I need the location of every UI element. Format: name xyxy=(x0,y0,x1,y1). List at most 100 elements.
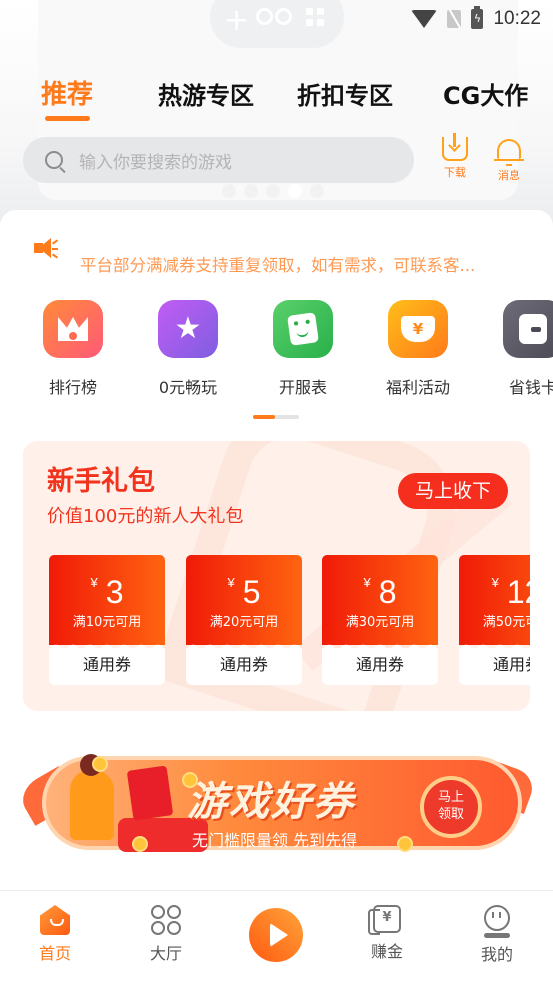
quick-entry-label: 福利活动 xyxy=(385,378,450,397)
coin-icon xyxy=(92,756,108,772)
coupon-card[interactable]: ¥8 满30元可用 通用券 xyxy=(322,555,438,685)
banner-claim-label-1: 马上 xyxy=(437,790,464,805)
search-input[interactable]: 输入你要搜索的游戏 xyxy=(23,137,414,183)
notice-text: 平台部分满减券支持重复领取，如有需求，可联系客... xyxy=(80,256,476,275)
status-time: 10:22 xyxy=(493,8,541,29)
main-content: 平台部分满减券支持重复领取，如有需求，可联系客... 排行榜 ★ 0元畅玩 开服… xyxy=(0,210,553,900)
gamepad-watermark-icon: + xyxy=(210,0,344,48)
battery-charging-icon: ϟ xyxy=(471,6,484,29)
coupon-card[interactable]: ¥3 满10元可用 通用券 xyxy=(49,555,165,685)
gift-title: 新手礼包 xyxy=(47,466,155,497)
nav-hall[interactable]: 大厅 xyxy=(126,905,206,964)
coupon-amount: 8 xyxy=(378,574,397,610)
banner-title: 游戏好券 xyxy=(187,779,355,825)
download-label: 下载 xyxy=(444,166,466,179)
search-icon xyxy=(45,151,63,169)
coupon-currency: ¥ xyxy=(227,575,235,590)
nav-label: 大厅 xyxy=(149,944,182,963)
coin-icon xyxy=(132,836,148,852)
quick-entries: 排行榜 ★ 0元畅玩 开服表 ¥ 福利活动 省钱卡 xyxy=(0,300,553,400)
newbie-gift-pack: 新手礼包 价值100元的新人大礼包 马上收下 ¥3 满10元可用 通用券 ¥5 … xyxy=(23,441,530,711)
no-sim-icon xyxy=(447,10,462,28)
category-tabs: 推荐 热游专区 折扣专区 CG大作 xyxy=(0,72,553,122)
quick-entry-label: 开服表 xyxy=(278,378,327,397)
active-tab-indicator xyxy=(45,116,90,121)
pager-fill xyxy=(253,415,275,419)
quick-entries-pager xyxy=(253,415,299,419)
game-coupon-banner[interactable]: 游戏好券 无门槛限量领 先到先得 马上 领取 xyxy=(15,746,538,858)
cash-cards-icon: ¥ xyxy=(368,905,401,935)
status-bar: ϟ 10:22 xyxy=(411,6,541,32)
tab-hot-games[interactable]: 热游专区 xyxy=(158,76,254,111)
grid-circles-icon xyxy=(151,905,181,935)
nav-label: 我的 xyxy=(480,945,513,964)
coupon-condition: 满10元可用 xyxy=(72,615,142,630)
coupon-amount: 12 xyxy=(506,574,530,610)
tab-cg-games[interactable]: CG大作 xyxy=(443,76,528,111)
wallet-icon xyxy=(503,300,553,358)
nav-label: 赚金 xyxy=(370,942,403,961)
messages-button[interactable]: 消息 xyxy=(491,137,527,183)
quick-entry-free-play[interactable]: ★ 0元畅玩 xyxy=(138,300,238,398)
carousel-dot-active[interactable] xyxy=(288,184,302,198)
carousel-dot[interactable] xyxy=(310,184,324,198)
quick-entry-label: 0元畅玩 xyxy=(158,378,218,397)
coupon-type: 通用券 xyxy=(322,648,438,685)
coupon-type: 通用券 xyxy=(459,648,530,685)
coupon-amount: 5 xyxy=(242,574,261,610)
search-placeholder: 输入你要搜索的游戏 xyxy=(79,152,232,173)
dpad-icon: + xyxy=(224,3,250,38)
coupon-condition: 满30元可用 xyxy=(345,615,415,630)
carousel-indicator xyxy=(222,184,324,198)
home-icon xyxy=(40,905,70,935)
quick-entry-ranking[interactable]: 排行榜 xyxy=(23,300,123,398)
coupon-amount: 3 xyxy=(105,574,124,610)
coupon-card[interactable]: ¥5 满20元可用 通用券 xyxy=(186,555,302,685)
claim-gift-button[interactable]: 马上收下 xyxy=(398,473,508,509)
play-icon[interactable] xyxy=(249,908,303,962)
coupon-card[interactable]: ¥12 满50元可用 通用券 xyxy=(459,555,530,685)
speaker-icon xyxy=(34,238,60,260)
nav-earn[interactable]: ¥ 赚金 xyxy=(347,905,427,962)
download-button[interactable]: 下载 xyxy=(437,133,473,180)
quick-entry-label: 排行榜 xyxy=(48,378,97,397)
coupon-currency: ¥ xyxy=(363,575,371,590)
messages-label: 消息 xyxy=(498,169,520,182)
banner-claim-button[interactable]: 马上 领取 xyxy=(420,776,482,838)
nav-profile[interactable]: 我的 xyxy=(457,905,537,965)
carousel-dot[interactable] xyxy=(222,184,236,198)
coin-icon xyxy=(397,836,413,852)
quick-entry-saving-card[interactable]: 省钱卡 xyxy=(483,300,553,398)
quick-entry-server-list[interactable]: 开服表 xyxy=(253,300,353,398)
red-envelope-icon xyxy=(126,765,174,821)
quick-entry-label: 省钱卡 xyxy=(508,378,553,397)
banner-claim-label-2: 领取 xyxy=(437,807,464,822)
wifi-icon xyxy=(411,10,438,28)
banner-subtitle: 无门槛限量领 先到先得 xyxy=(192,831,358,850)
coupon-type: 通用券 xyxy=(186,648,302,685)
person-illustration xyxy=(70,754,114,840)
gift-subtitle: 价值100元的新人大礼包 xyxy=(47,506,244,527)
nav-label: 首页 xyxy=(38,944,71,963)
coupon-condition: 满50元可用 xyxy=(482,615,530,630)
notice-bar[interactable]: 平台部分满减券支持重复领取，如有需求，可联系客... xyxy=(34,238,524,278)
quick-entry-welfare[interactable]: ¥ 福利活动 xyxy=(368,300,468,398)
coupon-currency: ¥ xyxy=(491,575,499,590)
tab-recommend[interactable]: 推荐 xyxy=(41,74,93,111)
action-buttons-icon xyxy=(306,8,324,26)
select-buttons-icon xyxy=(256,8,296,26)
carousel-dot[interactable] xyxy=(266,184,280,198)
smiley-card-icon xyxy=(273,300,333,358)
gold-ingot-icon: ¥ xyxy=(388,300,448,358)
bottom-nav: 首页 大厅 ¥ 赚金 我的 xyxy=(0,890,553,983)
crown-icon xyxy=(43,300,103,358)
tab-discount[interactable]: 折扣专区 xyxy=(297,76,393,111)
magic-wand-star-icon: ★ xyxy=(158,300,218,358)
nav-home[interactable]: 首页 xyxy=(15,905,95,964)
bell-icon xyxy=(494,139,524,166)
coupon-currency: ¥ xyxy=(90,575,98,590)
coupon-list: ¥3 满10元可用 通用券 ¥5 满20元可用 通用券 ¥8 满30元可用 通用… xyxy=(49,555,530,685)
coupon-type: 通用券 xyxy=(49,648,165,685)
profile-icon xyxy=(484,905,510,938)
carousel-dot[interactable] xyxy=(244,184,258,198)
